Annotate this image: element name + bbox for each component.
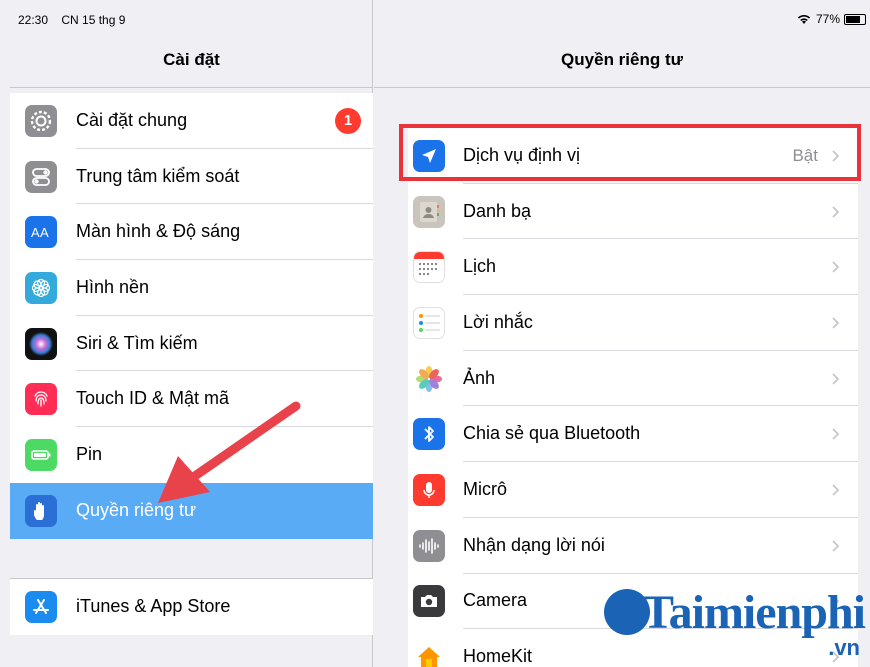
privacy-item-label: Lịch	[463, 256, 497, 277]
sidebar-item-label: Cài đặt chung	[76, 109, 188, 130]
sidebar-item-label: iTunes & App Store	[76, 595, 231, 616]
chevron-right-icon	[832, 205, 840, 218]
display-brightness-icon: AA	[25, 216, 57, 249]
header-divider	[374, 87, 870, 88]
sidebar-item-touch-id[interactable]: Touch ID & Mật mã	[10, 371, 373, 428]
sidebar-item-itunes-app-store[interactable]: iTunes & App Store	[10, 579, 373, 635]
sidebar-item-label: Trung tâm kiểm soát	[76, 165, 240, 186]
gear-icon	[25, 104, 57, 137]
privacy-item-label: Ảnh	[463, 367, 496, 388]
page-title: Quyền riêng tư	[561, 50, 683, 69]
microphone-icon	[413, 473, 445, 506]
svg-text:A: A	[31, 225, 40, 240]
sidebar-item-general[interactable]: Cài đặt chung 1	[10, 93, 373, 149]
sidebar-item-wallpaper[interactable]: Hình nền	[10, 260, 373, 316]
chevron-right-icon	[832, 484, 840, 496]
chevron-right-icon	[832, 372, 840, 385]
sidebar-item-battery[interactable]: Pin	[10, 427, 373, 483]
chevron-right-icon	[832, 428, 840, 440]
privacy-item-value: Bật	[792, 145, 818, 165]
speech-recognition-icon	[413, 529, 445, 562]
privacy-detail-pane: 77% Quyền riêng tư Dịch vụ định vị Bật D…	[374, 0, 870, 667]
privacy-item-homekit[interactable]: HomeKit	[408, 629, 858, 667]
fingerprint-icon	[25, 383, 57, 416]
status-bar-left: 22:30 CN 15 thg 9	[18, 13, 125, 27]
sidebar-item-control-center[interactable]: Trung tâm kiểm soát	[10, 149, 373, 205]
privacy-item-calendar[interactable]: Lịch	[408, 239, 858, 296]
settings-sidebar: 22:30 CN 15 thg 9 Cài đặt Cài đặt chung …	[10, 0, 373, 667]
sidebar-item-label: Hình nền	[76, 276, 150, 297]
privacy-item-contacts[interactable]: Danh bạ	[408, 184, 858, 240]
privacy-item-label: Chia sẻ qua Bluetooth	[463, 423, 641, 444]
chevron-right-icon	[832, 261, 840, 273]
status-bar-right: 77%	[796, 12, 866, 26]
privacy-hand-icon	[25, 494, 57, 527]
svg-text:A: A	[40, 225, 49, 240]
siri-icon	[25, 327, 57, 360]
privacy-item-label: Nhận dạng lời nói	[463, 534, 605, 555]
sidebar-title: Cài đặt	[163, 50, 220, 69]
privacy-item-label: Dịch vụ định vị	[463, 144, 581, 165]
sidebar-item-label: Touch ID & Mật mã	[76, 388, 230, 409]
privacy-item-speech-recognition[interactable]: Nhận dạng lời nói	[408, 518, 858, 574]
chevron-right-icon	[832, 651, 840, 663]
privacy-item-photos[interactable]: Ảnh	[408, 351, 858, 407]
sidebar-item-privacy[interactable]: Quyền riêng tư	[10, 482, 373, 539]
battery-status-icon	[844, 13, 866, 25]
battery-percent: 77%	[815, 12, 840, 26]
sidebar-list-store: iTunes & App Store	[10, 578, 373, 635]
wifi-icon	[797, 15, 811, 24]
privacy-item-microphone[interactable]: Micrô	[408, 462, 858, 518]
chevron-right-icon	[832, 150, 840, 162]
sidebar-item-label: Quyền riêng tư	[76, 499, 197, 520]
sidebar-list: Cài đặt chung 1 Trung tâm kiểm soát AA M…	[10, 93, 373, 539]
calendar-icon	[413, 251, 445, 284]
bluetooth-icon	[413, 418, 445, 451]
sidebar-item-label: Màn hình & Độ sáng	[76, 221, 241, 242]
sidebar-item-label: Siri & Tìm kiếm	[76, 332, 198, 353]
privacy-list: Dịch vụ định vị Bật Danh bạ Lịch Lời nhắ…	[408, 128, 858, 667]
chevron-right-icon	[832, 595, 840, 607]
privacy-item-location-services[interactable]: Dịch vụ định vị Bật	[408, 128, 858, 184]
privacy-item-bluetooth-sharing[interactable]: Chia sẻ qua Bluetooth	[408, 406, 858, 463]
camera-icon	[413, 585, 445, 618]
location-arrow-icon	[413, 139, 445, 172]
privacy-item-reminders[interactable]: Lời nhắc	[408, 295, 858, 351]
privacy-item-camera[interactable]: Camera	[408, 574, 858, 630]
sidebar-item-label: Pin	[76, 443, 103, 464]
battery-icon	[25, 438, 57, 471]
control-center-icon	[25, 160, 57, 193]
chevron-right-icon	[832, 540, 840, 552]
app-store-icon	[25, 590, 57, 623]
reminders-icon	[413, 306, 445, 339]
privacy-item-label: Lời nhắc	[463, 311, 533, 332]
privacy-item-label: Camera	[463, 590, 528, 611]
photos-icon	[413, 362, 445, 395]
chevron-right-icon	[832, 317, 840, 329]
privacy-item-label: Micrô	[463, 478, 507, 499]
contacts-icon	[413, 195, 445, 228]
homekit-icon	[413, 641, 445, 667]
privacy-item-label: HomeKit	[463, 646, 533, 667]
status-time: 22:30	[18, 13, 49, 27]
wallpaper-icon	[25, 271, 57, 304]
sidebar-item-siri-search[interactable]: Siri & Tìm kiếm	[10, 316, 373, 372]
status-date: CN 15 thg 9	[61, 13, 126, 27]
notification-badge: 1	[335, 107, 361, 134]
sidebar-item-display-brightness[interactable]: AA Màn hình & Độ sáng	[10, 204, 373, 261]
header-divider	[10, 87, 373, 88]
privacy-item-label: Danh bạ	[463, 200, 532, 221]
